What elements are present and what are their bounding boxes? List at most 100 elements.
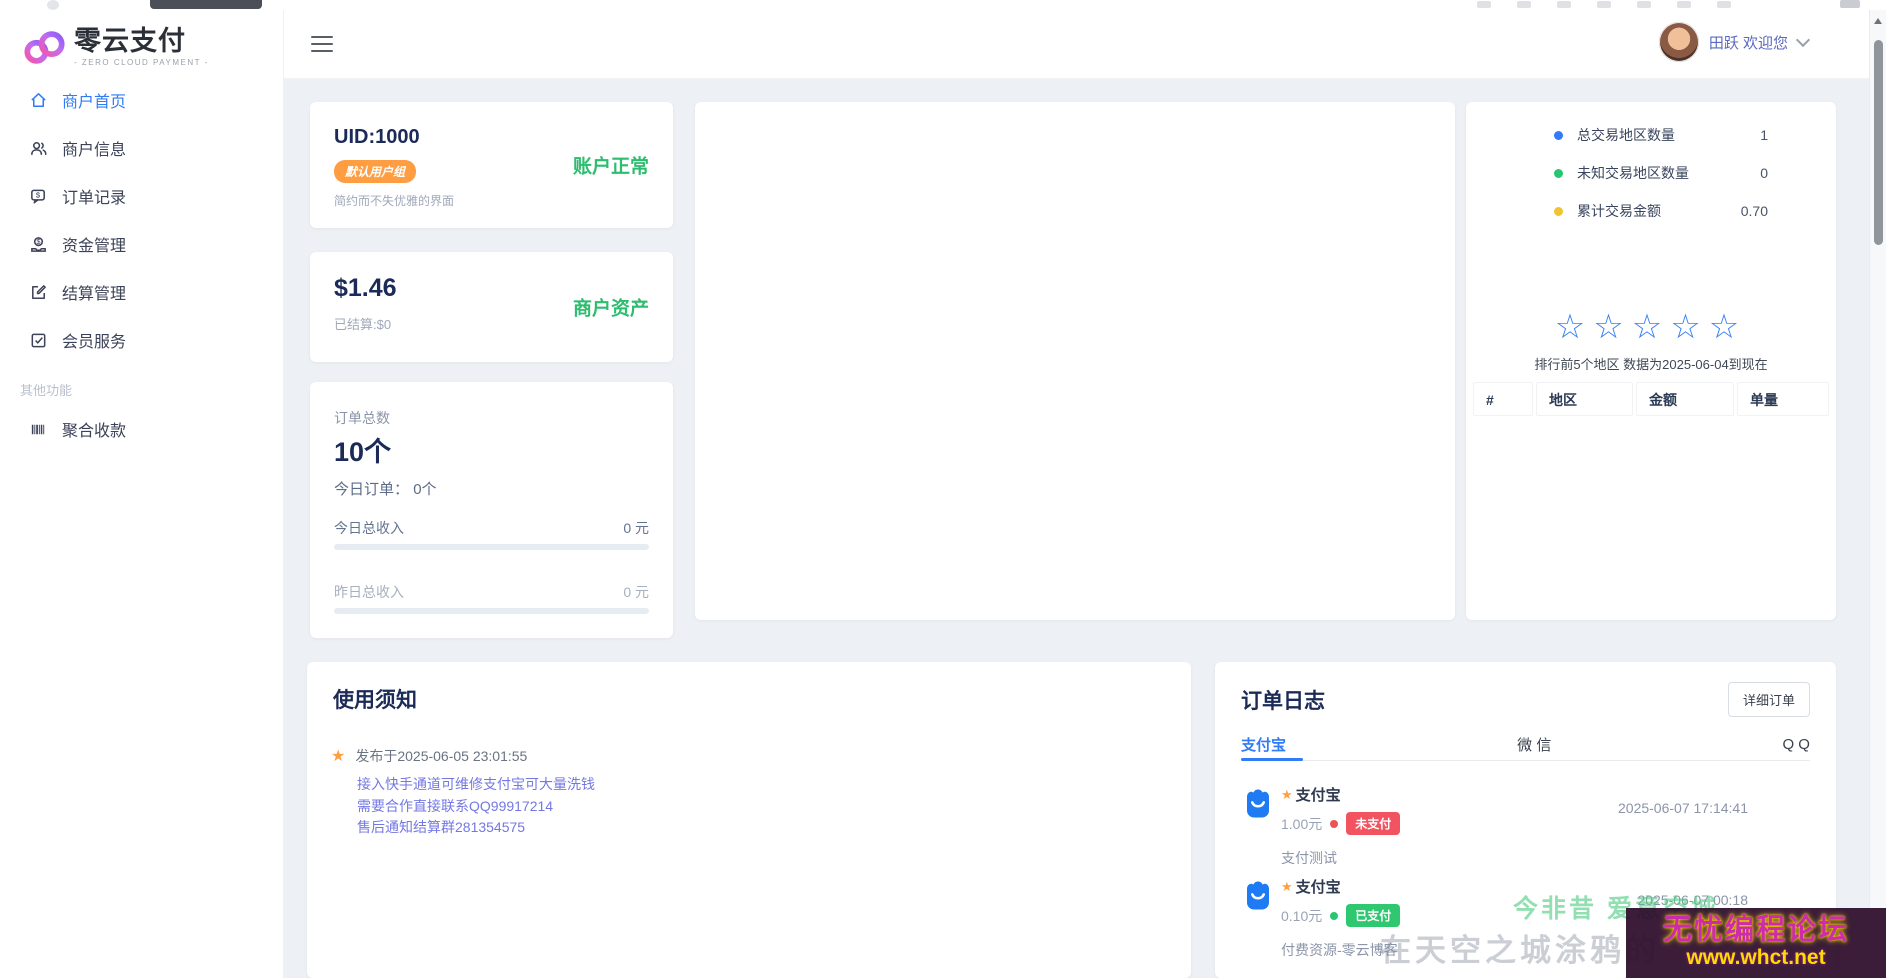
yesterday-income-value: 0 元 — [623, 584, 649, 600]
browser-tab-fragment — [150, 0, 262, 9]
browser-fragment-icon — [1717, 1, 1731, 8]
uid-text: UID:1000 — [334, 126, 420, 148]
sidebar-menu: 商户首页 商户信息 $ 订单记录 $ 资金管理 结算管理 会员服务 — [0, 76, 283, 364]
today-orders-label: 今日订单： — [334, 481, 410, 498]
sidebar-item-merchant-info[interactable]: 商户信息 — [0, 124, 283, 172]
browser-fragment-icon — [1637, 1, 1651, 8]
scrollbar-thumb[interactable] — [1874, 40, 1883, 245]
user-group-badge: 默认用户组 — [334, 160, 417, 183]
sidebar-item-label: 会员服务 — [62, 334, 127, 351]
order-log-card: 订单日志 详细订单 支付宝 微 信 Q Q ★ 支付宝 1.00元 未支付 20… — [1215, 662, 1836, 978]
notice-line: 接入快手通道可维修支付宝可大量洗钱 — [357, 776, 595, 792]
stat-value: 1 — [1760, 127, 1768, 143]
tab-wechat[interactable]: 微 信 — [1517, 734, 1551, 755]
stat-value: 0.70 — [1740, 203, 1768, 219]
browser-fragment-icon — [47, 0, 59, 10]
stat-row: 总交易地区数量 1 — [1554, 124, 1768, 146]
orders-summary-card: 订单总数 10个 今日订单： 0个 今日总收入 0 元 昨日总收入 0 元 — [310, 382, 673, 638]
detail-orders-button[interactable]: 详细订单 — [1727, 682, 1810, 717]
asset-amount: $1.46 — [334, 274, 397, 302]
notice-line: 需要合作直接联系QQ99917214 — [357, 797, 554, 814]
table-header-cell: 金额 — [1636, 382, 1734, 416]
active-tab-underline — [1241, 758, 1303, 761]
today-income-row: 今日总收入 0 元 — [334, 518, 649, 538]
notice-title: 使用须知 — [333, 689, 417, 712]
usage-notice-card: 使用须知 ★ 发布于2025-06-05 23:01:55 接入快手通道可维修支… — [307, 662, 1191, 978]
stat-value: 0 — [1760, 165, 1768, 181]
browser-fragment-icon — [1517, 1, 1531, 8]
sidebar-item-label: 聚合收款 — [62, 423, 127, 440]
home-icon — [28, 90, 48, 110]
alipay-bag-icon — [1247, 881, 1269, 910]
region-stat-list: 总交易地区数量 1 未知交易地区数量 0 累计交易金额 0.70 — [1554, 124, 1768, 238]
chevron-down-icon — [1795, 32, 1811, 48]
yesterday-income-bar — [334, 608, 649, 614]
order-log-header: 订单日志 详细订单 — [1241, 682, 1810, 717]
scrollbar[interactable] — [1869, 10, 1886, 978]
order-amount: 0.10元 — [1281, 907, 1323, 924]
browser-fragment-icon — [1677, 1, 1691, 8]
table-header-cell: 单量 — [1737, 382, 1829, 416]
user-greeting: 田跃 欢迎您 — [1708, 34, 1788, 52]
region-table-header: # 地区 金额 单量 — [1473, 382, 1829, 416]
alipay-bag-icon — [1247, 789, 1269, 818]
browser-fragment-icon — [1597, 1, 1611, 8]
user-menu[interactable]: 田跃 欢迎您 — [1658, 22, 1811, 62]
sidebar-item-settlement[interactable]: 结算管理 — [0, 268, 283, 316]
assets-label: 商户资产 — [572, 298, 649, 320]
sidebar-item-aggregate-payment[interactable]: 聚合收款 — [0, 405, 283, 453]
stat-row: 累计交易金额 0.70 — [1554, 200, 1768, 222]
assets-card: $1.46 已结算:$0 商户资产 — [310, 252, 673, 362]
sidebar-item-label: 商户首页 — [62, 94, 127, 111]
blue-dot-icon — [1554, 130, 1563, 140]
sidebar-item-funds[interactable]: $ 资金管理 — [0, 220, 283, 268]
sidebar-item-label: 商户信息 — [62, 142, 127, 159]
order-log-tabs: 支付宝 微 信 Q Q — [1241, 728, 1810, 761]
menu-toggle-button[interactable] — [311, 36, 333, 52]
stat-label: 总交易地区数量 — [1577, 127, 1675, 143]
today-income-bar — [334, 544, 649, 550]
sidebar-item-order-records[interactable]: $ 订单记录 — [0, 172, 283, 220]
stats-caption: 排行前5个地区 数据为2025-06-04到现在 — [1534, 357, 1768, 372]
sidebar-item-member-service[interactable]: 会员服务 — [0, 316, 283, 364]
order-log-title: 订单日志 — [1241, 689, 1325, 713]
sidebar-item-label: 订单记录 — [62, 190, 127, 207]
green-dot-icon — [1330, 911, 1339, 920]
sidebar-item-label: 结算管理 — [62, 286, 127, 303]
stat-row: 未知交易地区数量 0 — [1554, 162, 1768, 184]
funds-icon: $ — [28, 234, 48, 254]
order-status-badge: 未支付 — [1346, 812, 1401, 835]
avatar — [1658, 22, 1699, 62]
tab-qq[interactable]: Q Q — [1782, 736, 1810, 753]
sidebar-section-label: 其他功能 — [20, 383, 73, 398]
logo-cloud-icon — [24, 31, 65, 64]
tab-alipay[interactable]: 支付宝 — [1241, 734, 1286, 755]
today-income-label: 今日总收入 — [334, 520, 404, 536]
users-icon — [28, 138, 48, 158]
main-content: UID:1000 默认用户组 简约而不失优雅的界面 账户正常 $1.46 已结算… — [283, 78, 1886, 978]
member-service-icon — [28, 330, 48, 350]
order-channel-label: 支付宝 — [1295, 787, 1341, 804]
order-desc: 支付测试 — [1281, 850, 1337, 866]
order-row: ★ 支付宝 1.00元 未支付 2025-06-07 17:14:41 支付测试 — [1241, 784, 1810, 866]
yesterday-income-row: 昨日总收入 0 元 — [334, 582, 649, 602]
green-dot-icon — [1554, 168, 1563, 178]
account-card: UID:1000 默认用户组 简约而不失优雅的界面 账户正常 — [310, 102, 673, 228]
barcode-icon — [28, 419, 48, 439]
app-logo: 零云支付 - ZERO CLOUD PAYMENT - — [0, 10, 283, 68]
settlement-icon — [28, 282, 48, 302]
yellow-dot-icon — [1554, 206, 1563, 216]
scroll-up-arrow-icon[interactable] — [1874, 18, 1882, 24]
top-header: 田跃 欢迎您 — [283, 10, 1886, 79]
order-row: ★ 支付宝 0.10元 已支付 2025-06-07 00:18 付费资源-零云… — [1241, 876, 1810, 958]
orders-total-value: 10个 — [334, 437, 392, 467]
notice-lines: 接入快手通道可维修支付宝可大量洗钱 需要合作直接联系QQ99917214 售后通… — [357, 774, 595, 839]
star-icon: ★ — [1281, 786, 1293, 802]
account-desc: 简约而不失优雅的界面 — [334, 194, 455, 208]
rating-stars-icon: ☆☆☆☆☆ — [1554, 308, 1748, 346]
map-panel — [695, 102, 1455, 620]
order-amount: 1.00元 — [1281, 815, 1323, 832]
order-desc: 付费资源-零云博客 — [1281, 942, 1398, 958]
app-screen: 零云支付 - ZERO CLOUD PAYMENT - 商户首页 商户信息 $ — [0, 0, 1886, 978]
sidebar-item-merchant-home[interactable]: 商户首页 — [0, 76, 283, 124]
